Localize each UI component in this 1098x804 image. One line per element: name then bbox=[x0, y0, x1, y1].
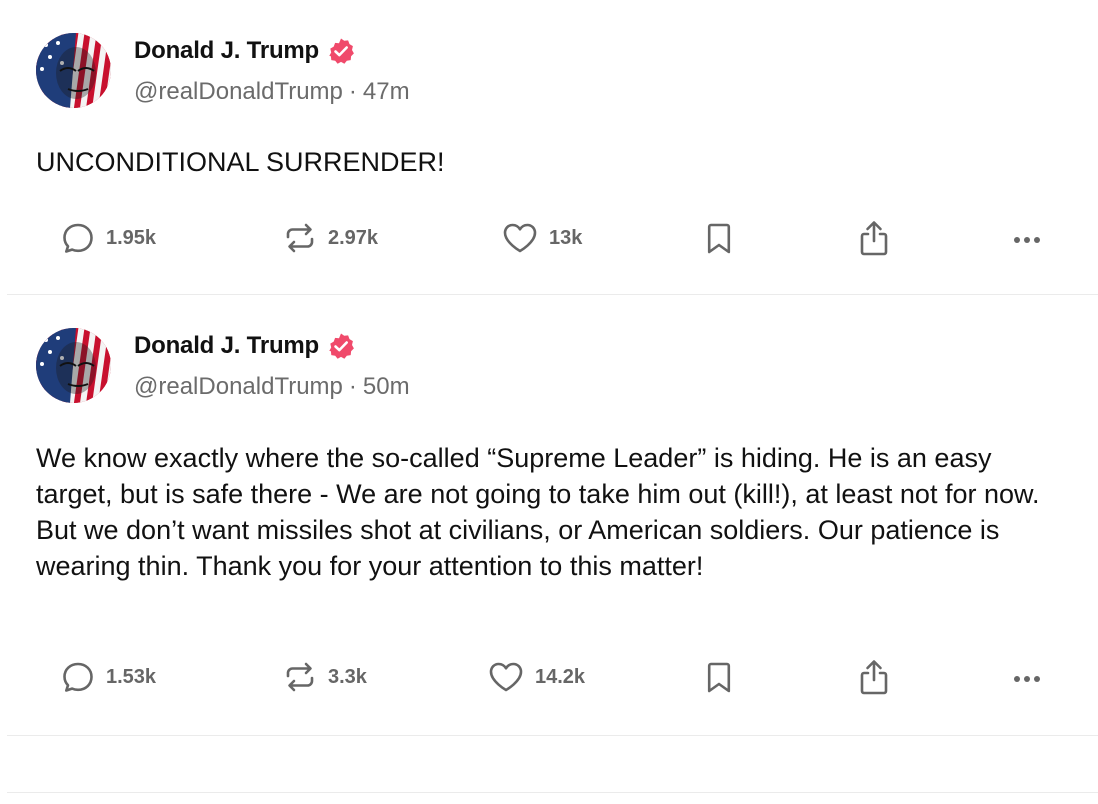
post-text: We know exactly where the so-called “Sup… bbox=[36, 443, 1040, 581]
post-time[interactable]: 47m bbox=[363, 78, 410, 105]
avatar[interactable] bbox=[36, 33, 111, 108]
post-placeholder bbox=[7, 736, 1098, 793]
bookmark-icon bbox=[707, 223, 731, 254]
author-row: Donald J. Trump bbox=[134, 330, 355, 362]
post[interactable]: Donald J. Trump @realDonaldTrump · 47m UNC… bbox=[7, 0, 1098, 295]
share-button[interactable] bbox=[857, 657, 891, 697]
like-button[interactable]: 14.2k bbox=[487, 657, 585, 697]
reply-count: 1.53k bbox=[106, 665, 157, 688]
repost-icon bbox=[286, 223, 314, 253]
post-text: UNCONDITIONAL SURRENDER! bbox=[36, 147, 445, 177]
heart-icon bbox=[489, 662, 523, 692]
action-bar: 1.53k 3.3k 14.2k bbox=[7, 657, 1098, 697]
author-handle[interactable]: @realDonaldTrump bbox=[134, 78, 343, 105]
repost-button[interactable]: 3.3k bbox=[282, 657, 367, 697]
repost-count: 3.3k bbox=[328, 665, 367, 688]
handle-row: @realDonaldTrump · 50m bbox=[134, 373, 410, 401]
separator: · bbox=[348, 78, 357, 105]
post[interactable]: Donald J. Trump @realDonaldTrump · 50m We … bbox=[7, 295, 1098, 736]
like-button[interactable]: 13k bbox=[501, 218, 582, 258]
verified-badge-icon bbox=[327, 332, 355, 360]
author-row: Donald J. Trump bbox=[134, 35, 355, 67]
more-icon bbox=[1014, 676, 1040, 682]
more-options-button[interactable] bbox=[1009, 657, 1045, 697]
handle-row: @realDonaldTrump · 47m bbox=[134, 78, 410, 106]
more-options-button[interactable] bbox=[1009, 218, 1045, 258]
heart-icon bbox=[503, 223, 537, 253]
repost-icon bbox=[286, 662, 314, 692]
author-name[interactable]: Donald J. Trump bbox=[134, 37, 319, 65]
verified-badge-icon bbox=[327, 37, 355, 65]
action-bar: 1.95k 2.97k 13k bbox=[7, 218, 1098, 258]
more-icon bbox=[1014, 237, 1040, 243]
bookmark-icon bbox=[707, 662, 731, 693]
feed: Donald J. Trump @realDonaldTrump · 47m UNC… bbox=[7, 0, 1098, 804]
avatar-flag-portrait-image bbox=[36, 328, 111, 403]
avatar-flag-portrait-image bbox=[36, 33, 111, 108]
share-icon bbox=[860, 660, 888, 695]
reply-count: 1.95k bbox=[106, 226, 157, 249]
separator: · bbox=[348, 373, 357, 400]
author-name[interactable]: Donald J. Trump bbox=[134, 332, 319, 360]
reply-button[interactable]: 1.95k bbox=[60, 218, 156, 258]
bookmark-button[interactable] bbox=[704, 218, 734, 258]
share-icon bbox=[860, 221, 888, 256]
reply-icon bbox=[63, 662, 93, 692]
repost-button[interactable]: 2.97k bbox=[282, 218, 378, 258]
bookmark-button[interactable] bbox=[704, 657, 734, 697]
reply-button[interactable]: 1.53k bbox=[60, 657, 156, 697]
post-time[interactable]: 50m bbox=[363, 373, 410, 400]
like-count: 13k bbox=[549, 226, 583, 249]
share-button[interactable] bbox=[857, 218, 891, 258]
avatar[interactable] bbox=[36, 328, 111, 403]
like-count: 14.2k bbox=[535, 665, 586, 688]
author-handle[interactable]: @realDonaldTrump bbox=[134, 373, 343, 400]
repost-count: 2.97k bbox=[328, 226, 379, 249]
reply-icon bbox=[63, 223, 93, 253]
